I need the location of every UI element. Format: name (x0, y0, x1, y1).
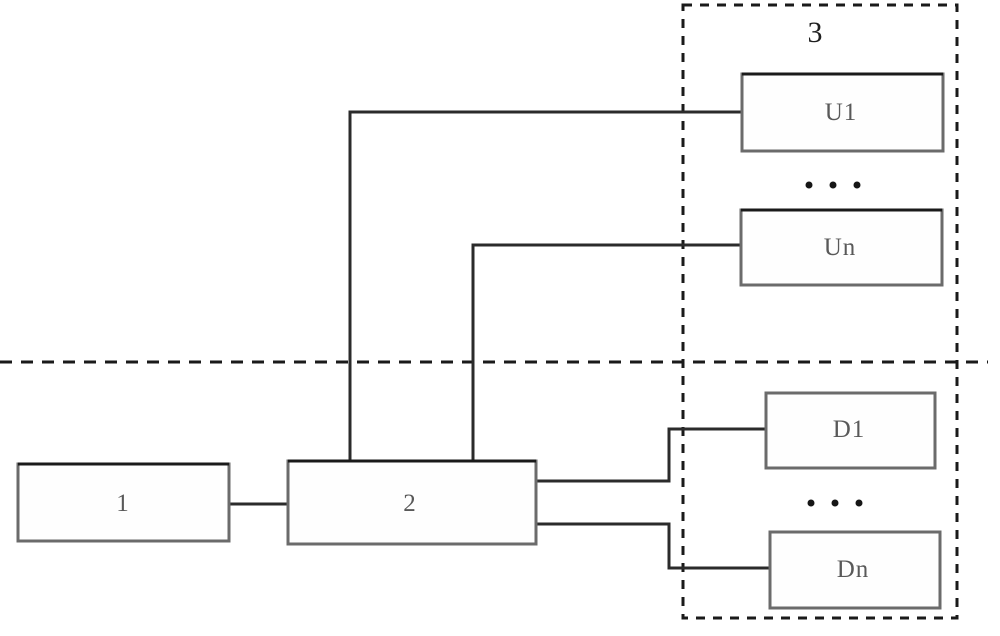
block-box-1[interactable] (16, 462, 231, 543)
block-box-u1[interactable] (740, 72, 945, 153)
connector-block2-to-dn (536, 522, 770, 570)
connector-block2-to-u1 (348, 110, 742, 461)
connector-block2-to-d1 (536, 427, 766, 483)
block-box-d1[interactable] (764, 391, 937, 470)
block-box-un[interactable] (739, 208, 944, 287)
ellipsis-upper-icon (805, 181, 861, 189)
diagram-canvas (0, 3, 988, 620)
group-label-3: 3 (807, 16, 823, 49)
block-box-2[interactable] (286, 459, 538, 546)
block-box-dn[interactable] (768, 530, 942, 610)
block-diagram: 3 1 2 U1 Un D1 Dn (0, 0, 1000, 636)
ellipsis-lower-icon (807, 499, 863, 507)
